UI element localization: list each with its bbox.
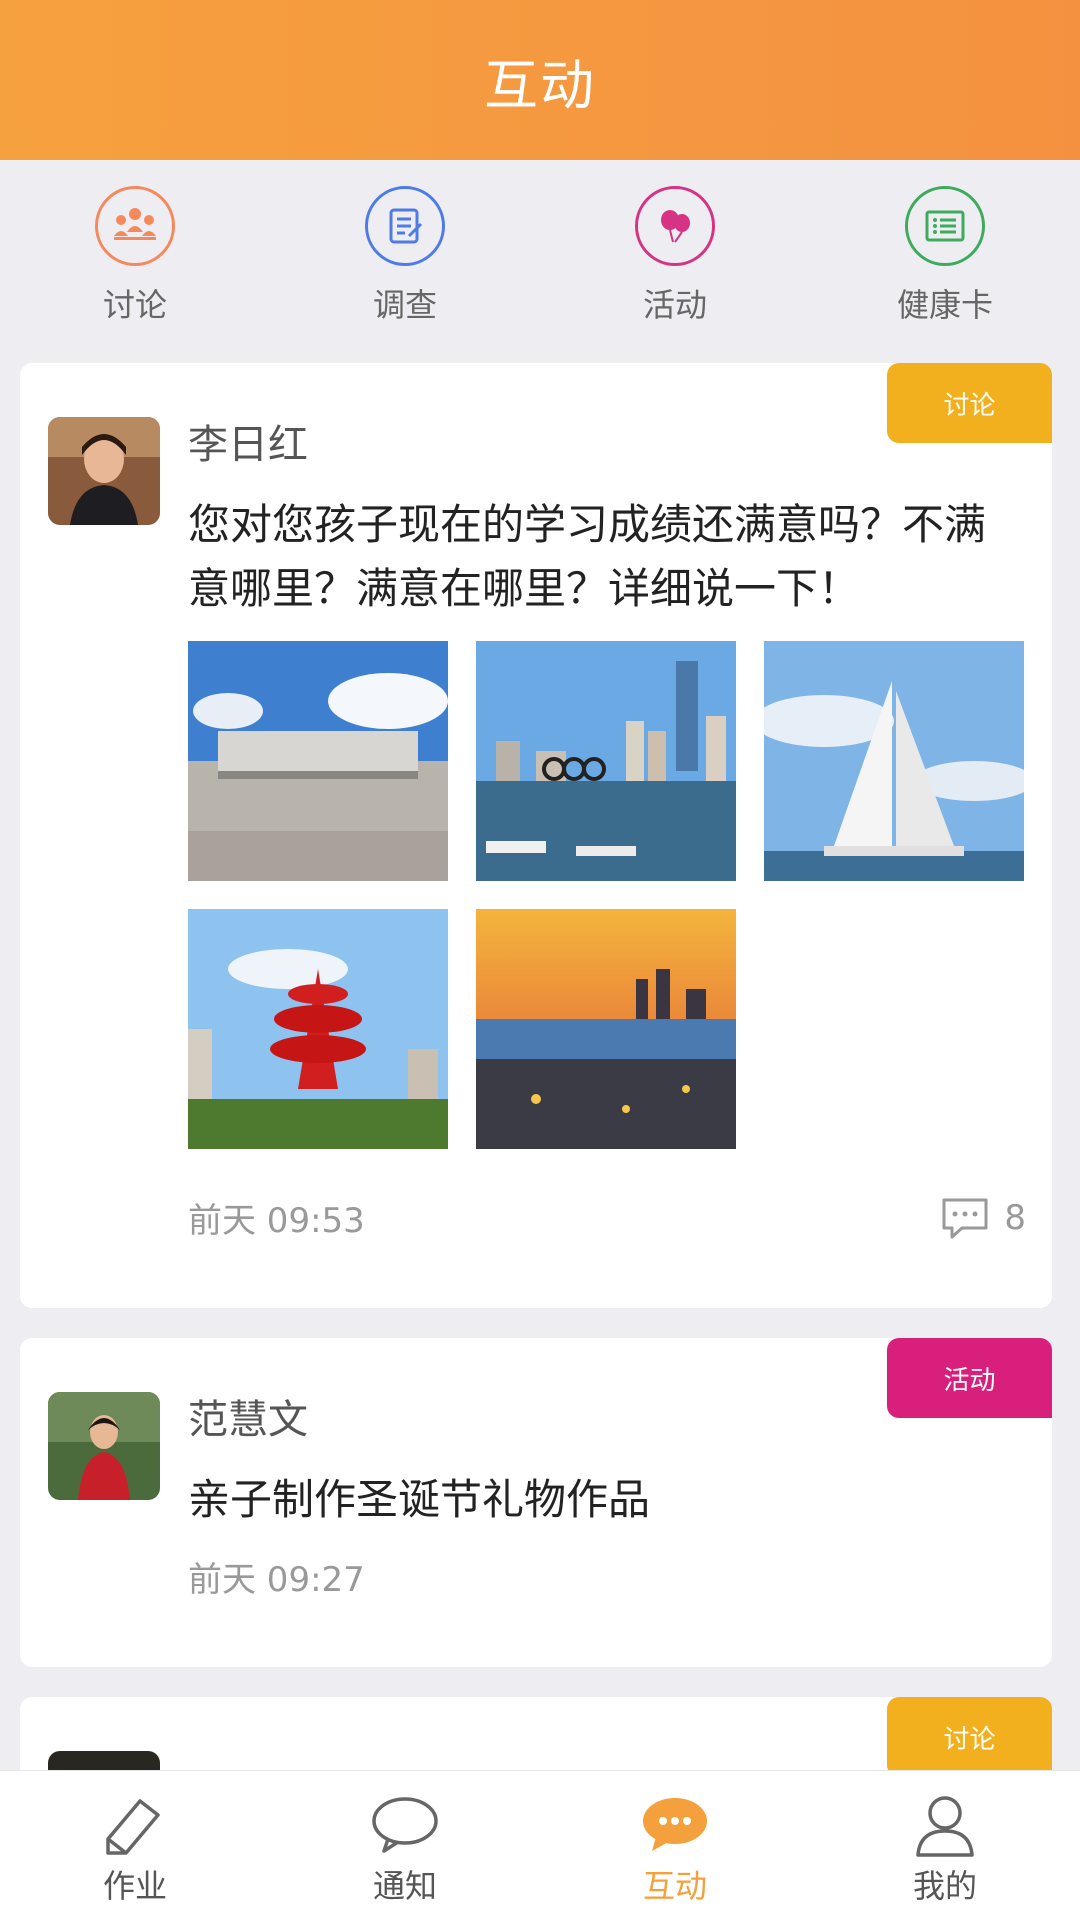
tab-label: 作业 bbox=[102, 1867, 167, 1905]
comment-button[interactable]: 8 bbox=[940, 1196, 1026, 1240]
post-type-tag: 讨论 bbox=[887, 363, 1052, 443]
post-type-tag: 讨论 bbox=[887, 1697, 1052, 1777]
quick-action-health-card[interactable]: 健康卡 bbox=[845, 160, 1045, 326]
avatar[interactable] bbox=[48, 1392, 160, 1500]
balloon-icon bbox=[635, 186, 715, 266]
avatar[interactable] bbox=[48, 417, 160, 525]
comment-icon bbox=[942, 1198, 988, 1238]
speech-bubble-icon bbox=[372, 1797, 438, 1853]
sailboat-photo[interactable] bbox=[764, 641, 1024, 881]
pencil-icon bbox=[106, 1799, 160, 1855]
tab-label: 我的 bbox=[912, 1867, 977, 1905]
quick-action-label: 讨论 bbox=[102, 286, 167, 324]
tab-label: 通知 bbox=[372, 1867, 437, 1905]
chat-dots-icon bbox=[643, 1798, 707, 1851]
quick-action-label: 健康卡 bbox=[896, 286, 993, 324]
quick-action-label: 调查 bbox=[372, 286, 437, 324]
discussion-icon bbox=[95, 186, 175, 266]
post-text: 您对您孩子现在的学习成绩还满意吗？不满意哪里？满意在哪里？详细说一下！ bbox=[188, 500, 987, 613]
post-meta: 前天 09:53 8 bbox=[188, 1193, 1026, 1308]
quick-action-discussion[interactable]: 讨论 bbox=[35, 160, 235, 326]
tab-notice[interactable]: 通知 bbox=[305, 1771, 505, 1921]
post-card[interactable]: 讨论 李日红 您对您孩子现在的学习成绩还满意吗？不满意哪里？满意在哪里？详细说一… bbox=[20, 363, 1052, 1308]
harbor-olympic-rings-photo[interactable] bbox=[476, 641, 736, 881]
post-time: 前天 09:27 bbox=[188, 1560, 365, 1600]
post-card[interactable]: 活动 范慧文 亲子制作圣诞节礼物作品 前天 09:27 bbox=[20, 1338, 1052, 1667]
app-header: 互动 bbox=[0, 0, 1080, 160]
post-type-tag: 活动 bbox=[887, 1338, 1052, 1418]
city-sunset-photo[interactable] bbox=[476, 909, 736, 1149]
quick-actions-bar: 讨论 调查 活动 健康卡 bbox=[0, 160, 1080, 360]
quick-action-label: 活动 bbox=[642, 286, 707, 324]
person-icon bbox=[916, 1796, 974, 1857]
tab-homework[interactable]: 作业 bbox=[35, 1771, 235, 1921]
page-title: 互动 bbox=[484, 53, 596, 117]
health-card-icon bbox=[905, 186, 985, 266]
red-sculpture-photo[interactable] bbox=[188, 909, 448, 1149]
stadium-photo[interactable] bbox=[188, 641, 448, 881]
quick-action-survey[interactable]: 调查 bbox=[305, 160, 505, 326]
post-feed: 讨论 李日红 您对您孩子现在的学习成绩还满意吗？不满意哪里？满意在哪里？详细说一… bbox=[20, 363, 1052, 1847]
tab-mine[interactable]: 我的 bbox=[845, 1771, 1045, 1921]
bottom-tab-bar: 作业 通知 互动 我的 bbox=[0, 1770, 1080, 1921]
tab-label: 互动 bbox=[642, 1867, 707, 1905]
tab-interaction[interactable]: 互动 bbox=[575, 1771, 775, 1921]
post-time: 前天 09:53 bbox=[188, 1201, 365, 1241]
post-meta: 前天 09:27 bbox=[188, 1552, 1026, 1667]
survey-icon bbox=[365, 186, 445, 266]
post-text: 亲子制作圣诞节礼物作品 bbox=[188, 1475, 651, 1524]
post-photo-grid bbox=[188, 641, 1028, 1149]
quick-action-activity[interactable]: 活动 bbox=[575, 160, 775, 326]
comment-count: 8 bbox=[1004, 1197, 1026, 1238]
